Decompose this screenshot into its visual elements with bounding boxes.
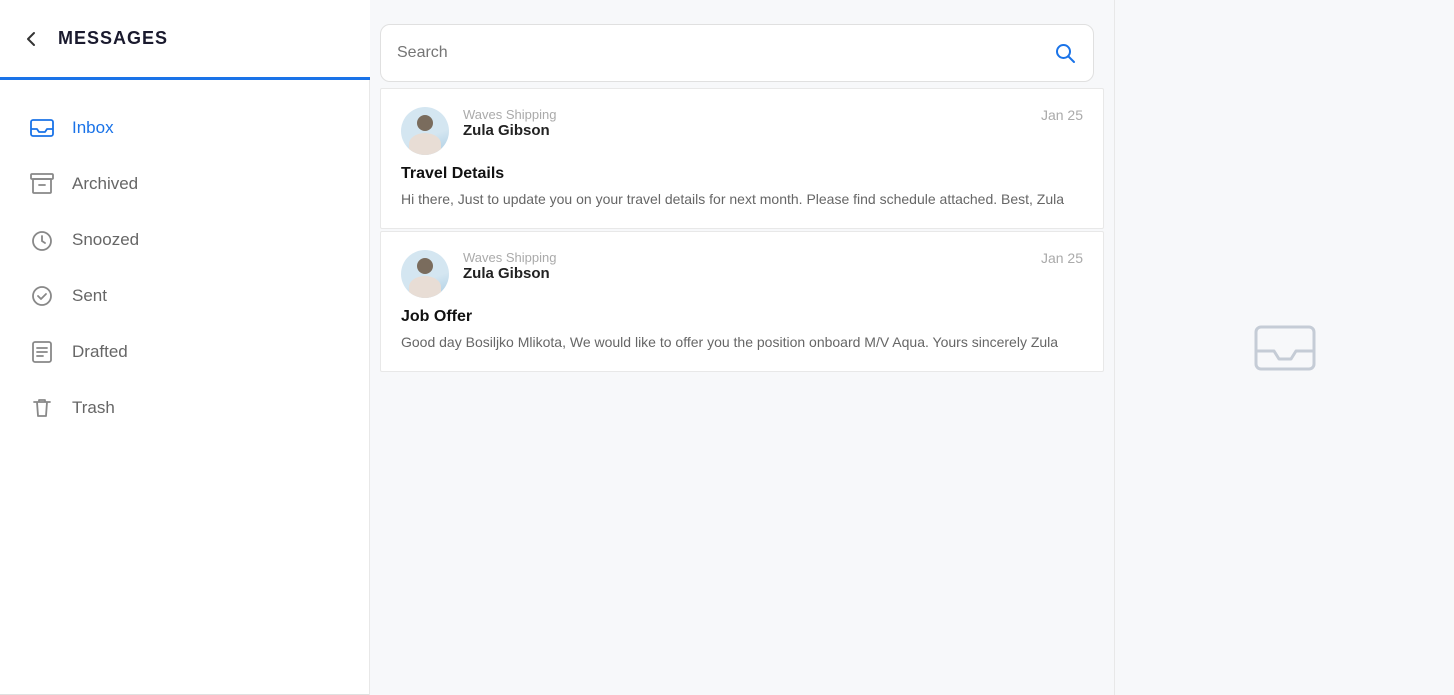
sidebar-item-sent[interactable]: Sent [0,268,369,324]
message-company-2: Waves Shipping [463,250,556,265]
sidebar-item-drafted-label: Drafted [72,342,128,362]
search-icon [1053,41,1077,65]
right-panel [1114,0,1454,695]
messages-header: MESSAGES [0,0,370,80]
message-sender-2: Zula Gibson [463,265,556,282]
message-preview-2: Good day Bosiljko Mlikota, We would like… [401,332,1083,353]
message-sender-row-2: Waves Shipping Zula Gibson Jan 25 [463,250,1083,282]
message-date-2: Jan 25 [1041,250,1083,266]
sidebar-item-drafted[interactable]: Drafted [0,324,369,380]
sidebar-item-trash-label: Trash [72,398,115,418]
message-subject-1: Travel Details [401,165,1083,183]
message-company-1: Waves Shipping [463,107,556,122]
sidebar-item-archived[interactable]: Archived [0,156,369,212]
message-list: Waves Shipping Zula Gibson Jan 25 Travel… [370,88,1114,695]
back-button[interactable] [20,28,42,50]
sidebar: MESSAGES Inbox Archived [0,0,370,695]
search-button[interactable] [1053,41,1077,65]
message-card-1[interactable]: Waves Shipping Zula Gibson Jan 25 Travel… [380,88,1104,229]
message-meta-2: Waves Shipping Zula Gibson Jan 25 [463,250,1083,282]
message-card-2[interactable]: Waves Shipping Zula Gibson Jan 25 Job Of… [380,231,1104,372]
message-date-1: Jan 25 [1041,107,1083,123]
message-header-2: Waves Shipping Zula Gibson Jan 25 [401,250,1083,298]
drafted-icon [28,338,56,366]
sidebar-item-archived-label: Archived [72,174,138,194]
sidebar-item-inbox-label: Inbox [72,118,114,138]
sidebar-item-snoozed[interactable]: Snoozed [0,212,369,268]
message-sender-1: Zula Gibson [463,122,556,139]
message-subject-2: Job Offer [401,308,1083,326]
sidebar-item-snoozed-label: Snoozed [72,230,139,250]
empty-state-inbox-icon [1250,313,1320,383]
main-content: Waves Shipping Zula Gibson Jan 25 Travel… [370,0,1114,695]
message-header-1: Waves Shipping Zula Gibson Jan 25 [401,107,1083,155]
search-input[interactable] [397,44,1053,62]
message-sender-row-1: Waves Shipping Zula Gibson Jan 25 [463,107,1083,139]
message-meta-1: Waves Shipping Zula Gibson Jan 25 [463,107,1083,139]
archived-icon [28,170,56,198]
message-sender-info-1: Waves Shipping Zula Gibson [463,107,556,139]
back-icon [20,28,42,50]
message-sender-info-2: Waves Shipping Zula Gibson [463,250,556,282]
inbox-icon [28,114,56,142]
snoozed-icon [28,226,56,254]
sidebar-item-inbox[interactable]: Inbox [0,100,369,156]
search-container [380,24,1094,82]
sidebar-item-trash[interactable]: Trash [0,380,369,436]
page-title: MESSAGES [58,28,168,49]
sidebar-nav: Inbox Archived Snoozed [0,80,369,456]
sidebar-item-sent-label: Sent [72,286,107,306]
message-preview-1: Hi there, Just to update you on your tra… [401,189,1083,210]
avatar-1 [401,107,449,155]
trash-icon [28,394,56,422]
sent-icon [28,282,56,310]
avatar-2 [401,250,449,298]
